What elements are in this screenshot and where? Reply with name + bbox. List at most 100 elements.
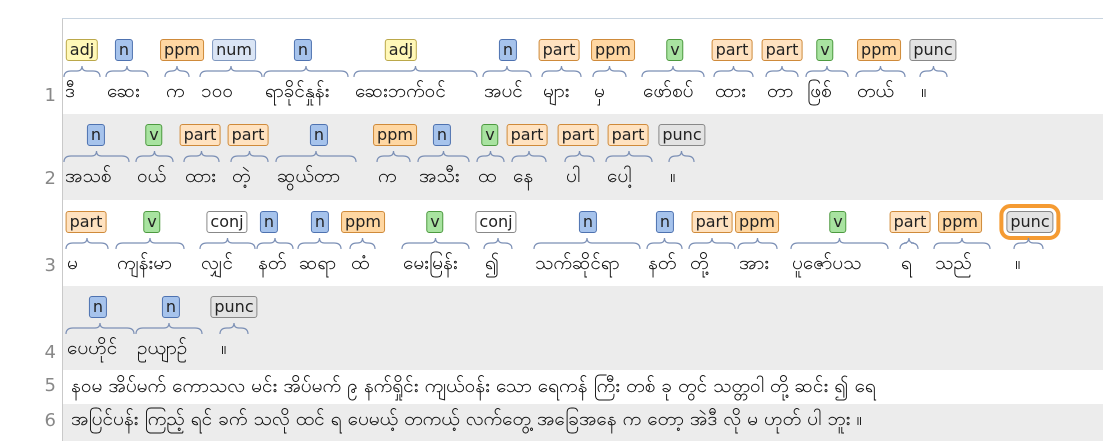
pos-tag-v[interactable]: v [829, 211, 847, 233]
pos-tag-part[interactable]: part [889, 211, 931, 233]
token-word: တို့ [690, 252, 709, 274]
pos-tag-part[interactable]: part [557, 124, 599, 146]
pos-tag-n[interactable]: n [498, 39, 518, 61]
pos-tag-punc[interactable]: punc [210, 296, 258, 318]
span-brace [401, 237, 470, 250]
token-word: တယ် [857, 80, 894, 102]
pos-tag-n[interactable]: n [432, 124, 452, 146]
span-brace [765, 65, 799, 78]
span-brace [63, 65, 101, 78]
pos-tag-v[interactable]: v [145, 124, 163, 146]
token-word: အား [739, 252, 770, 274]
span-brace [476, 150, 505, 163]
token-word: ဝယ် [137, 165, 167, 187]
line-number: 6 [44, 410, 56, 431]
annotation-line[interactable]: နဝမ အိပ်မက် ကောသလ မင်း အိပ်မက် ၉ နက်ရှို… [63, 371, 1103, 403]
span-brace [483, 237, 513, 250]
token-word: အသီး [419, 165, 460, 187]
pos-tag-part[interactable]: part [607, 124, 649, 146]
span-brace [297, 237, 342, 250]
span-brace [1013, 237, 1044, 250]
token-word: ထား [185, 165, 217, 187]
token-word: ပေါ့ [607, 165, 632, 187]
token-word: က [378, 165, 397, 187]
pos-tag-v[interactable]: v [816, 39, 834, 61]
pos-tag-ppm[interactable]: ppm [857, 39, 901, 61]
pos-tag-ppm[interactable]: ppm [160, 39, 204, 61]
span-brace [219, 322, 249, 335]
span-brace [199, 237, 256, 250]
token-word: သက်ဆိုင်ရာ [535, 252, 620, 274]
span-brace [713, 65, 754, 78]
pos-tag-part[interactable]: part [691, 211, 733, 233]
span-brace [641, 65, 705, 78]
annotation-line[interactable]: n အသစ် v ဝယ် part ထား part တဲ့ n ဆွယ်တာ ppm က n အသီး v… [63, 114, 1103, 200]
pos-tag-conj[interactable]: conj [475, 211, 517, 233]
span-brace [417, 150, 470, 163]
pos-tag-part[interactable]: part [506, 124, 548, 146]
pos-tag-ppm[interactable]: ppm [373, 124, 417, 146]
pos-tag-n[interactable]: n [309, 124, 329, 146]
span-brace [737, 237, 778, 250]
span-brace [376, 150, 411, 163]
pos-tag-n[interactable]: n [655, 211, 675, 233]
annotation-line[interactable]: အပြင်ပန်း ကြည့် ရင် ခက် သလို ထင် ရ ပေမယ့… [63, 404, 1103, 441]
annotation-line[interactable]: part မ v ကျန်းမာ conj လျှင် n နတ် n ဆရာ ppm ထံ v မေးမ… [63, 201, 1103, 285]
pos-tag-ppm[interactable]: ppm [735, 211, 779, 233]
pos-tag-part[interactable]: part [761, 39, 803, 61]
span-brace [855, 65, 906, 78]
token-word: ဆေး [107, 80, 140, 102]
pos-tag-v[interactable]: v [426, 211, 444, 233]
token-word: နတ် [648, 252, 677, 274]
pos-tag-adj[interactable]: adj [65, 39, 99, 61]
span-brace [256, 237, 294, 250]
pos-tag-n[interactable]: n [86, 124, 106, 146]
token-word: ။ [221, 337, 227, 359]
pos-tag-n[interactable]: n [310, 211, 330, 233]
span-brace [115, 237, 185, 250]
pos-tag-part[interactable]: part [65, 211, 107, 233]
pos-tag-punc[interactable]: punc [999, 204, 1061, 240]
token-word: ဖြစ် [807, 80, 832, 102]
pos-tag-n[interactable]: n [114, 39, 134, 61]
token-word: ဖော်စပ် [643, 80, 694, 102]
span-brace [919, 65, 948, 78]
pos-tag-n[interactable]: n [259, 211, 279, 233]
span-brace [688, 237, 736, 250]
pos-tag-n[interactable]: n [161, 296, 181, 318]
pos-tag-ppm[interactable]: ppm [938, 211, 982, 233]
pos-tag-part[interactable]: part [179, 124, 221, 146]
span-brace [482, 65, 532, 78]
pos-tag-n[interactable]: n [88, 296, 108, 318]
pos-tag-adj[interactable]: adj [384, 39, 418, 61]
token-word: တဲ့ [232, 165, 251, 187]
token-word: ။ [921, 80, 927, 102]
line-number: 1 [44, 85, 56, 106]
pos-tag-n[interactable]: n [578, 211, 598, 233]
pos-tag-part[interactable]: part [711, 39, 753, 61]
pos-tag-n[interactable]: n [293, 39, 313, 61]
span-brace [541, 65, 582, 78]
span-brace [135, 322, 203, 335]
annotation-line[interactable]: adj ဒီ n ဆေး ppm က num ၁၀၀ n ရာခိုင်နှုန်း adj ဆေးဘ… [63, 29, 1103, 113]
pos-tag-part[interactable]: part [227, 124, 269, 146]
pos-tag-part[interactable]: part [538, 39, 580, 61]
annotation-line[interactable]: n ပေဟိုင် n ဥယျာဉ် punc ။ [63, 286, 1103, 370]
token-word: အပင် [484, 80, 523, 102]
pos-tag-v[interactable]: v [666, 39, 684, 61]
token-word: ၍ [485, 252, 500, 274]
pos-tag-v[interactable]: v [481, 124, 499, 146]
token-word: ထား [715, 80, 747, 102]
pos-tag-conj[interactable]: conj [206, 211, 248, 233]
line-number: 5 [44, 375, 56, 396]
pos-tag-v[interactable]: v [143, 211, 161, 233]
token-word: မ [67, 252, 78, 274]
token-word: လျှင် [201, 252, 234, 274]
pos-tag-num[interactable]: num [212, 39, 256, 61]
span-brace [646, 237, 683, 250]
line-number: 2 [44, 168, 56, 189]
pos-tag-ppm[interactable]: ppm [341, 211, 385, 233]
pos-tag-punc[interactable]: punc [909, 39, 957, 61]
pos-tag-ppm[interactable]: ppm [591, 39, 635, 61]
pos-tag-punc[interactable]: punc [658, 124, 706, 146]
